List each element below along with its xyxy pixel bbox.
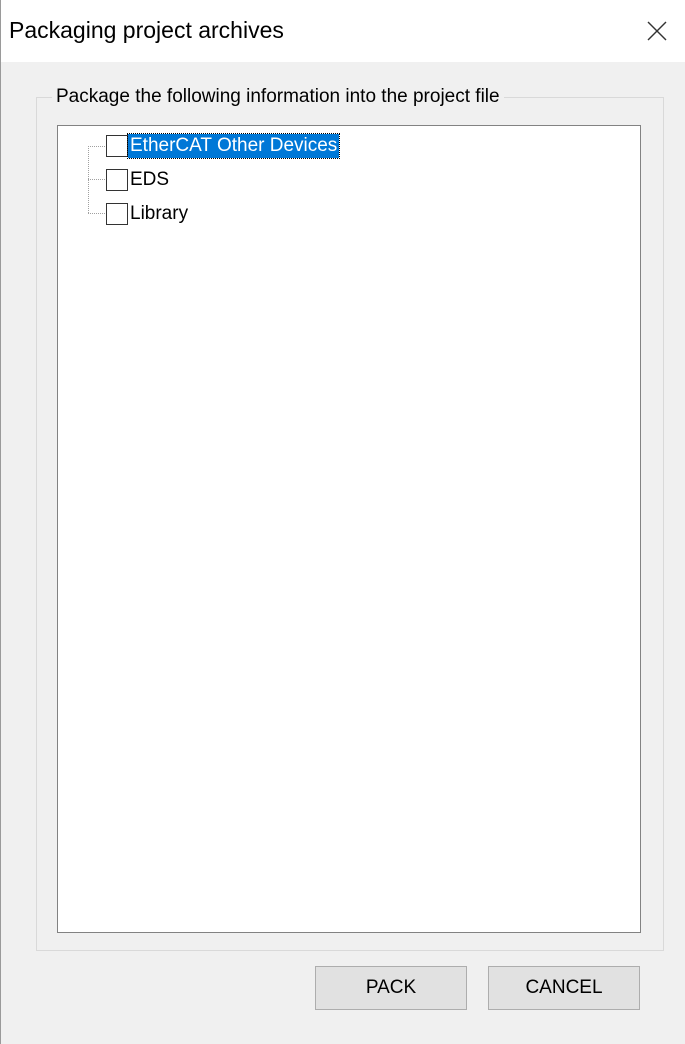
packaging-dialog: Packaging project archives Package the f… — [0, 0, 685, 1044]
cancel-button[interactable]: CANCEL — [488, 966, 640, 1010]
title-bar: Packaging project archives — [1, 0, 685, 62]
tree-item-eds[interactable]: EDS — [106, 167, 171, 193]
checkbox-eds[interactable] — [106, 169, 128, 191]
package-items-tree[interactable]: EtherCAT Other Devices EDS Library — [57, 125, 641, 933]
dialog-title: Packaging project archives — [9, 17, 284, 43]
close-icon — [647, 21, 667, 41]
pack-button[interactable]: PACK — [315, 966, 467, 1010]
tree-item-label[interactable]: EDS — [128, 168, 171, 192]
group-label: Package the following information into t… — [52, 86, 504, 108]
checkbox-library[interactable] — [106, 203, 128, 225]
close-button[interactable] — [629, 0, 685, 62]
tree-item-library[interactable]: Library — [106, 201, 190, 227]
tree-item-label[interactable]: Library — [128, 202, 190, 226]
checkbox-ethercat-other-devices[interactable] — [106, 135, 128, 157]
tree-item-ethercat-other-devices[interactable]: EtherCAT Other Devices — [106, 133, 341, 159]
tree-item-label[interactable]: EtherCAT Other Devices — [126, 133, 341, 159]
